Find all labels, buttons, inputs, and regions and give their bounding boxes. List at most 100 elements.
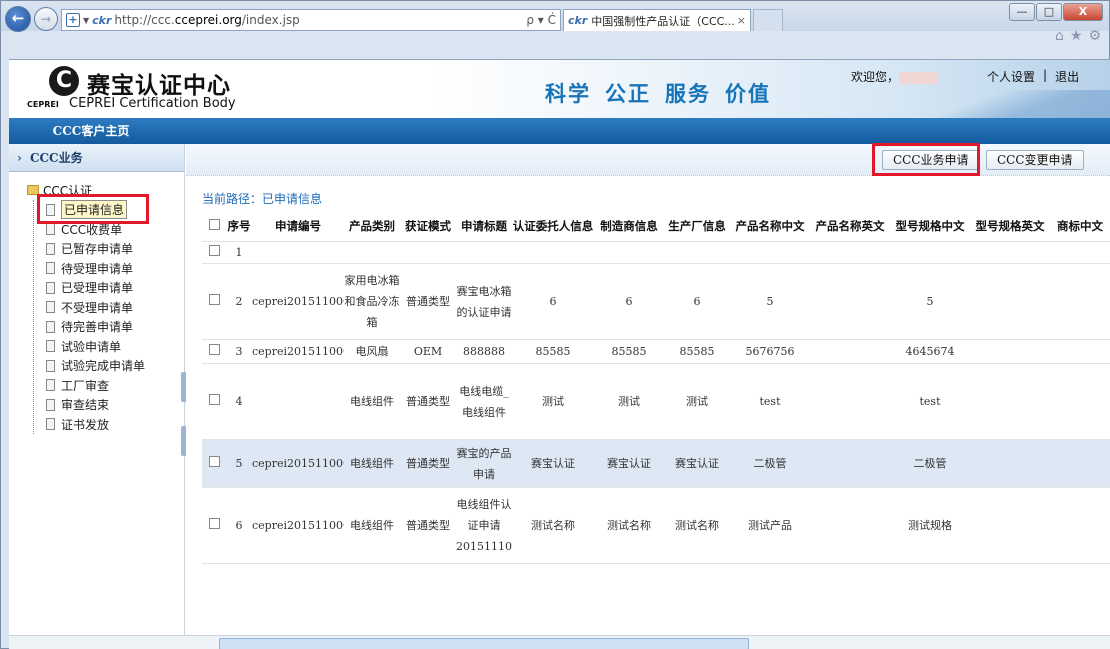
table-cell: 测试: [618, 395, 640, 408]
sidebar-header[interactable]: › CCC业务: [9, 144, 184, 172]
brand-name-en: CEPREI Certification Body: [69, 96, 236, 111]
document-icon: [46, 223, 55, 236]
tab-title: 中国强制性产品认证（CCC...: [591, 14, 735, 28]
ccc-change-button[interactable]: CCC变更申请: [986, 150, 1084, 170]
document-icon: [46, 242, 55, 255]
table-cell: 普通类型: [406, 395, 450, 408]
col-header: 型号规格英文: [975, 218, 1045, 233]
sidebar-item-test-done[interactable]: 试验完成申请单: [46, 356, 184, 376]
sidebar-item-label: 已受理申请单: [61, 281, 134, 296]
separator: |: [1043, 68, 1048, 82]
checkbox[interactable]: [208, 518, 220, 529]
site-logo-icon: ckr: [92, 13, 112, 27]
scrollbar-thumb[interactable]: [219, 638, 749, 649]
welcome-text: 欢迎您，: [851, 68, 938, 85]
table-row[interactable]: 4 电线组件 普通类型 电线电缆_电线组件 测试 测试 测试 test test: [202, 364, 1110, 440]
table-row[interactable]: 2 ceprei2015110004 家用电冰箱和食品冷冻箱 普通类型 赛宝电冰…: [202, 264, 1110, 340]
checkbox[interactable]: [208, 456, 220, 467]
document-icon: [46, 281, 55, 294]
table-row-selected[interactable]: 5 ceprei2015110002 电线组件 普通类型 赛宝的产品申请 赛宝认…: [202, 440, 1110, 488]
username-redacted: [899, 71, 938, 84]
maximize-button[interactable]: □: [1036, 3, 1062, 21]
back-button[interactable]: ←: [5, 6, 31, 32]
col-header: 制造商信息: [600, 218, 658, 233]
table-cell: 赛宝认证: [531, 457, 575, 470]
row-checkbox-cell[interactable]: [202, 341, 226, 362]
settings-link[interactable]: 个人设置: [987, 68, 1035, 85]
checkbox[interactable]: [208, 294, 220, 305]
address-bar[interactable]: + ▼ ckr http://ccc.cceprei.org/index.jsp…: [61, 9, 561, 31]
checkbox[interactable]: [208, 218, 220, 230]
sidebar-item-factory-review[interactable]: 工厂审查: [46, 376, 184, 396]
table-cell: 5676756: [745, 345, 795, 358]
sidebar-item-rejected[interactable]: 不受理申请单: [46, 298, 184, 318]
logout-link[interactable]: 退出: [1055, 68, 1079, 85]
address-tools[interactable]: ρ ▾ Ċ: [526, 13, 556, 27]
brand-name-cn: 赛宝认证中心: [87, 72, 231, 99]
row-checkbox-cell[interactable]: [202, 453, 226, 474]
table-cell: 85585: [611, 345, 647, 358]
select-all-checkbox[interactable]: [202, 218, 226, 233]
table-cell: 赛宝认证: [607, 457, 651, 470]
row-checkbox-cell[interactable]: [202, 391, 226, 412]
minimize-button[interactable]: —: [1009, 3, 1035, 21]
nav-ccc-home[interactable]: CCC客户主页: [41, 118, 141, 144]
forward-button[interactable]: →: [34, 7, 58, 31]
sidebar-item-test-app[interactable]: 试验申请单: [46, 337, 184, 357]
document-icon: [46, 320, 55, 333]
table-cell: 6: [235, 519, 243, 532]
sidebar-item-label: 试验完成申请单: [61, 359, 146, 374]
table-cell: 4645674: [905, 345, 955, 358]
sidebar-title: CCC业务: [29, 151, 83, 165]
url-text[interactable]: http://ccc.cceprei.org/index.jsp: [114, 13, 299, 27]
col-header: 认证委托人信息: [512, 218, 594, 233]
sidebar-item-label: 证书发放: [61, 417, 110, 432]
checkbox[interactable]: [208, 344, 220, 355]
row-checkbox-cell[interactable]: [202, 242, 226, 263]
row-checkbox-cell[interactable]: [202, 291, 226, 312]
table-cell: 5: [926, 295, 934, 308]
table-cell: 测试: [542, 395, 564, 408]
sidebar-item-certificate[interactable]: 证书发放: [46, 415, 184, 435]
sidebar-item-pending[interactable]: 待受理申请单: [46, 259, 184, 279]
table-cell: 4: [235, 395, 243, 408]
table-cell: ceprei2015110004: [252, 295, 344, 308]
table-row[interactable]: 1: [202, 242, 1110, 264]
col-header: 产品类别: [349, 218, 395, 233]
site-compat-icon: +: [66, 13, 80, 27]
sidebar-item-to-complete[interactable]: 待完善申请单: [46, 317, 184, 337]
row-checkbox-cell[interactable]: [202, 515, 226, 536]
table-cell: ceprei2015110003: [252, 345, 344, 358]
document-icon: [46, 359, 55, 372]
col-header: 申请标题: [461, 218, 507, 233]
table-cell: 普通类型: [406, 295, 450, 308]
new-tab-button[interactable]: [753, 9, 783, 31]
table-cell: 电线组件: [350, 395, 394, 408]
table-cell: 85585: [535, 345, 571, 358]
table-cell: 普通类型: [406, 519, 450, 532]
horizontal-scrollbar[interactable]: [9, 635, 1110, 649]
table-row[interactable]: 6 ceprei2015110001 电线组件 普通类型 电线组件认证申请201…: [202, 488, 1110, 564]
gear-icon[interactable]: ⚙: [1088, 28, 1101, 44]
home-icon[interactable]: ⌂: [1055, 28, 1064, 44]
sidebar: › CCC业务 CCC认证 已申请信息 CCC收费单 已暂存申请单 待受理申请单…: [9, 144, 187, 649]
sidebar-item-saved[interactable]: 已暂存申请单: [46, 239, 184, 259]
motto-item: 科学: [545, 82, 591, 106]
chevron-down-icon[interactable]: ▼: [83, 16, 89, 25]
sidebar-item-accepted[interactable]: 已受理申请单: [46, 278, 184, 298]
favorites-star-icon[interactable]: ★: [1070, 28, 1083, 44]
tab-close-icon[interactable]: ×: [737, 14, 746, 27]
checkbox[interactable]: [208, 394, 220, 405]
browser-tab[interactable]: ckr 中国强制性产品认证（CCC... ×: [563, 9, 751, 31]
document-icon: [46, 262, 55, 275]
col-header: 商标中文: [1057, 218, 1103, 233]
table-cell: 2: [235, 295, 243, 308]
table-cell: 二极管: [913, 457, 947, 470]
checkbox[interactable]: [208, 245, 220, 256]
table-header: 序号 申请编号 产品类别 获证模式 申请标题 认证委托人信息 制造商信息 生产厂…: [202, 210, 1110, 242]
table-row[interactable]: 3 ceprei2015110003 电风扇 OEM 888888 85585 …: [202, 340, 1110, 364]
close-button[interactable]: X: [1063, 3, 1103, 21]
sidebar-item-review-done[interactable]: 审查结束: [46, 395, 184, 415]
table-cell: 测试产品: [748, 519, 792, 532]
table-cell: 5: [766, 295, 774, 308]
